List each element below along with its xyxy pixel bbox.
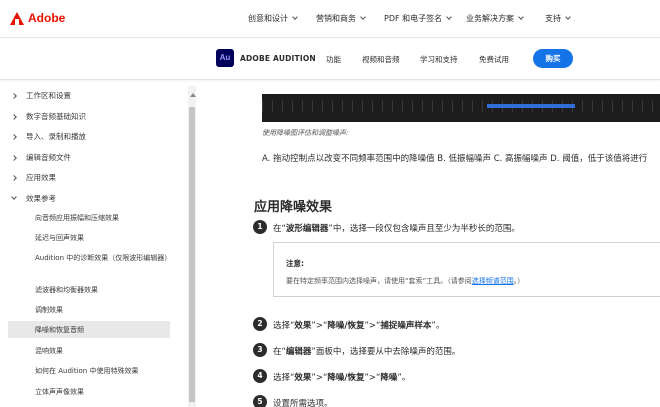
- step-text-part: 在“: [273, 224, 286, 234]
- graph-grid: [262, 100, 660, 112]
- sidebar-item-label: 数字音频基础知识: [26, 112, 86, 121]
- step-text: 选择“效果”>“降噪/恢复”>“捕捉噪声样本”。: [273, 319, 444, 331]
- nav-business-solutions[interactable]: 业务解决方案: [466, 13, 524, 24]
- step-text-bold: 效果: [294, 321, 312, 331]
- adobe-logo-text: Adobe: [28, 11, 66, 25]
- nav-support[interactable]: 支持: [545, 13, 571, 24]
- chevron-right-icon: [11, 154, 17, 161]
- sidebar-subitem[interactable]: 立体声声像效果: [35, 386, 175, 398]
- chevron-down-icon: [518, 14, 524, 20]
- section-title: 应用降噪效果: [254, 200, 333, 215]
- step-text-part: ”面板中，选择要从中去除噪声的范围。: [311, 347, 461, 357]
- nav-label: PDF 和电子签名: [384, 14, 443, 23]
- sidebar-item-import-record[interactable]: 导入、录制和播放: [11, 131, 86, 142]
- sidebar-subitem-active[interactable]: 降噪和恢复音频: [35, 324, 175, 336]
- note-box: 注意: 要在特定频率范围内选择噪声，请使用“套索”工具。（请参阅选择频谱范围。）: [273, 242, 660, 297]
- audition-app-icon[interactable]: Au: [216, 49, 234, 67]
- note-title: 注意:: [286, 259, 304, 268]
- chevron-down-icon: [360, 14, 366, 20]
- nav-label: 业务解决方案: [466, 14, 514, 23]
- product-nav-learn-support[interactable]: 学习和支持: [420, 54, 458, 65]
- scroll-up-arrow-icon[interactable]: [190, 93, 196, 97]
- sidebar-item-workspace[interactable]: 工作区和设置: [11, 90, 71, 101]
- sidebar-item-digital-audio[interactable]: 数字音频基础知识: [11, 111, 86, 122]
- step-text: 选择“效果”>“降噪/恢复”>“降噪”。: [273, 371, 410, 383]
- sidebar-item-label: 编辑音频文件: [26, 153, 71, 162]
- sidebar-subitem[interactable]: 滤波器和均衡器效果: [35, 284, 175, 296]
- product-nav-free-trial[interactable]: 免费试用: [479, 54, 509, 65]
- step-number: 3: [253, 343, 267, 357]
- step-text-bold: 降噪/恢复: [327, 373, 365, 383]
- sidebar-item-apply-effects[interactable]: 应用效果: [11, 172, 56, 183]
- step-text-bold: 编辑器: [285, 347, 312, 357]
- note-text: 要在特定频率范围内选择噪声，请使用“套索”工具。（请参阅: [286, 277, 472, 285]
- sidebar-subitem[interactable]: 混响效果: [35, 345, 175, 357]
- step-text-bold: 捕捉噪声样本: [380, 321, 432, 331]
- product-header: Au ADOBE AUDITION 功能 视频和音频 学习和支持 免费试用 购买: [0, 38, 660, 80]
- product-name[interactable]: ADOBE AUDITION: [240, 54, 316, 63]
- step-text-bold: 降噪/恢复: [327, 321, 365, 331]
- graph-curve: [487, 104, 575, 108]
- step-text: 设置所需选项。: [273, 399, 333, 407]
- step-number: 5: [253, 395, 267, 407]
- sidebar-subitem[interactable]: Audition 中的诊断效果（仅限波形编辑器）: [35, 252, 175, 264]
- noise-reduction-graph-image: [262, 94, 660, 122]
- global-header: Adobe 创意和设计 营销和商务 PDF 和电子签名 业务解决方案 支持: [0, 0, 660, 38]
- adobe-logo-icon: [10, 11, 24, 25]
- step-text-part: ”中，选择一段仅包含噪声且至少为半秒长的范围。: [328, 224, 520, 234]
- product-nav-video-audio[interactable]: 视频和音频: [362, 54, 400, 65]
- buy-button[interactable]: 购买: [533, 49, 573, 68]
- nav-creativity-design[interactable]: 创意和设计: [248, 13, 298, 24]
- adobe-logo[interactable]: Adobe: [10, 11, 65, 25]
- step-number: 2: [253, 317, 267, 331]
- figure-legend: A. 拖动控制点以改变不同频率范围中的降噪值 B. 低振幅噪声 C. 高振幅噪声…: [262, 154, 648, 164]
- step-text-part: ”>“: [364, 373, 381, 383]
- step-text-part: ”>“: [364, 321, 381, 331]
- chevron-down-icon: [446, 14, 452, 20]
- step-text-part: 在“: [273, 347, 286, 357]
- chevron-right-icon: [11, 92, 17, 99]
- note-body: 要在特定频率范围内选择噪声，请使用“套索”工具。（请参阅选择频谱范围。）: [286, 276, 524, 286]
- step-text-part: ”。: [397, 373, 411, 383]
- sidebar-subitem[interactable]: 调制效果: [35, 304, 175, 316]
- step-text-bold: 降噪: [380, 373, 398, 383]
- step-text-part: ”>“: [311, 373, 328, 383]
- step-text-part: 选择“: [273, 373, 295, 383]
- step-text-part: 选择“: [273, 321, 295, 331]
- sidebar-subitem[interactable]: 如何在 Audition 中使用特殊效果: [35, 365, 175, 377]
- sidebar-item-label: 效果参考: [26, 194, 56, 203]
- sidebar-item-label: 应用效果: [26, 173, 56, 182]
- note-link[interactable]: 选择频谱范围: [472, 277, 514, 285]
- sidebar-item-label: 导入、录制和播放: [26, 132, 86, 141]
- chevron-right-icon: [11, 133, 17, 140]
- nav-label: 创意和设计: [248, 14, 288, 23]
- step-text-part: ”。: [431, 321, 445, 331]
- step-number: 4: [253, 369, 267, 383]
- sidebar-subitem[interactable]: 延迟与回声效果: [35, 232, 175, 244]
- step-number: 1: [253, 220, 267, 234]
- chevron-down-icon: [11, 194, 17, 200]
- nav-marketing-commerce[interactable]: 营销和商务: [316, 13, 366, 24]
- note-text: 。）: [513, 277, 525, 285]
- sidebar-scrollbar-thumb[interactable]: [189, 107, 195, 402]
- product-nav-features[interactable]: 功能: [326, 54, 341, 65]
- step-text: 在“波形编辑器”中，选择一段仅包含噪声且至少为半秒长的范围。: [273, 222, 520, 234]
- sidebar-subitem[interactable]: 向音频应用振幅和压缩效果: [35, 212, 175, 224]
- chevron-down-icon: [565, 14, 571, 20]
- nav-pdf-esign[interactable]: PDF 和电子签名: [384, 13, 452, 24]
- sidebar-item-effects-reference[interactable]: 效果参考: [11, 193, 56, 204]
- figure-caption: 使用降噪图评估和调整噪声:: [262, 129, 349, 137]
- nav-label: 营销和商务: [316, 14, 356, 23]
- step-text-part: ”>“: [311, 321, 328, 331]
- step-text-bold: 波形编辑器: [285, 224, 329, 234]
- chevron-right-icon: [11, 174, 17, 181]
- step-text: 在“编辑器”面板中，选择要从中去除噪声的范围。: [273, 345, 460, 357]
- step-text-bold: 效果: [294, 373, 312, 383]
- sidebar-item-label: 工作区和设置: [26, 91, 71, 100]
- chevron-right-icon: [11, 113, 17, 120]
- chevron-down-icon: [292, 14, 298, 20]
- sidebar-item-edit-audio[interactable]: 编辑音频文件: [11, 152, 71, 163]
- nav-label: 支持: [545, 14, 561, 23]
